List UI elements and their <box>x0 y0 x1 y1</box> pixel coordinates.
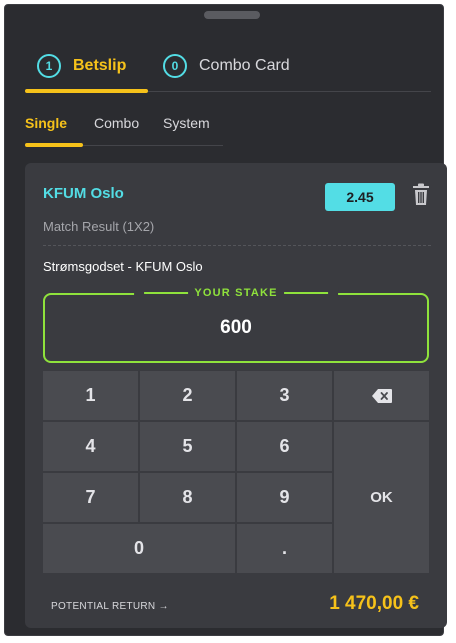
potential-return-value: 1 470,00 € <box>329 593 419 614</box>
active-tab-indicator <box>25 89 148 93</box>
key-2[interactable]: 2 <box>140 371 235 420</box>
odds-badge: 2.45 <box>325 183 395 211</box>
key-7[interactable]: 7 <box>43 473 138 522</box>
stake-label: YOUR STAKE <box>134 287 338 299</box>
numeric-keypad: 1 2 3 4 5 6 OK 7 8 9 0 . <box>43 371 429 573</box>
key-4[interactable]: 4 <box>43 422 138 471</box>
selection-market: Match Result (1X2) <box>43 219 155 234</box>
backspace-icon <box>371 388 392 403</box>
subtab-single[interactable]: Single <box>25 115 67 131</box>
subtab-combo[interactable]: Combo <box>94 115 139 131</box>
combo-card-count-badge: 0 <box>163 54 187 78</box>
stake-label-line-left <box>144 292 189 295</box>
selection-team: KFUM Oslo <box>43 185 124 202</box>
active-subtab-indicator <box>25 143 83 147</box>
stake-input[interactable]: YOUR STAKE 600 <box>43 287 429 363</box>
tab-divider <box>148 91 431 92</box>
stake-value: 600 <box>220 317 252 338</box>
subtab-system[interactable]: System <box>163 115 210 131</box>
drag-handle[interactable] <box>204 11 260 19</box>
subtab-divider <box>83 145 223 146</box>
key-0[interactable]: 0 <box>43 524 235 573</box>
tab-combo-card-label: Combo Card <box>199 57 290 74</box>
tab-betslip[interactable]: 1 Betslip <box>37 51 126 81</box>
tab-betslip-label: Betslip <box>73 57 127 74</box>
key-1[interactable]: 1 <box>43 371 138 420</box>
key-9[interactable]: 9 <box>237 473 332 522</box>
betslip-count-badge: 1 <box>37 54 61 78</box>
key-3[interactable]: 3 <box>237 371 332 420</box>
match-name: Strømsgodset - KFUM Oslo <box>43 259 203 274</box>
backspace-key[interactable] <box>334 371 429 420</box>
trash-icon[interactable] <box>412 183 430 207</box>
card-separator <box>43 245 431 246</box>
stake-label-text: YOUR STAKE <box>194 287 278 299</box>
key-decimal[interactable]: . <box>237 524 332 573</box>
key-5[interactable]: 5 <box>140 422 235 471</box>
stake-label-line-right <box>283 292 328 295</box>
key-8[interactable]: 8 <box>140 473 235 522</box>
potential-return-label: POTENTIAL RETURN → <box>51 601 169 612</box>
ok-button[interactable]: OK <box>334 422 429 573</box>
betslip-panel: 1 Betslip 0 Combo Card Single Combo Syst… <box>4 4 447 636</box>
key-6[interactable]: 6 <box>237 422 332 471</box>
tab-combo-card[interactable]: 0 Combo Card <box>163 51 290 81</box>
bet-card: KFUM Oslo Match Result (1X2) 2.45 Strøms… <box>25 163 447 628</box>
